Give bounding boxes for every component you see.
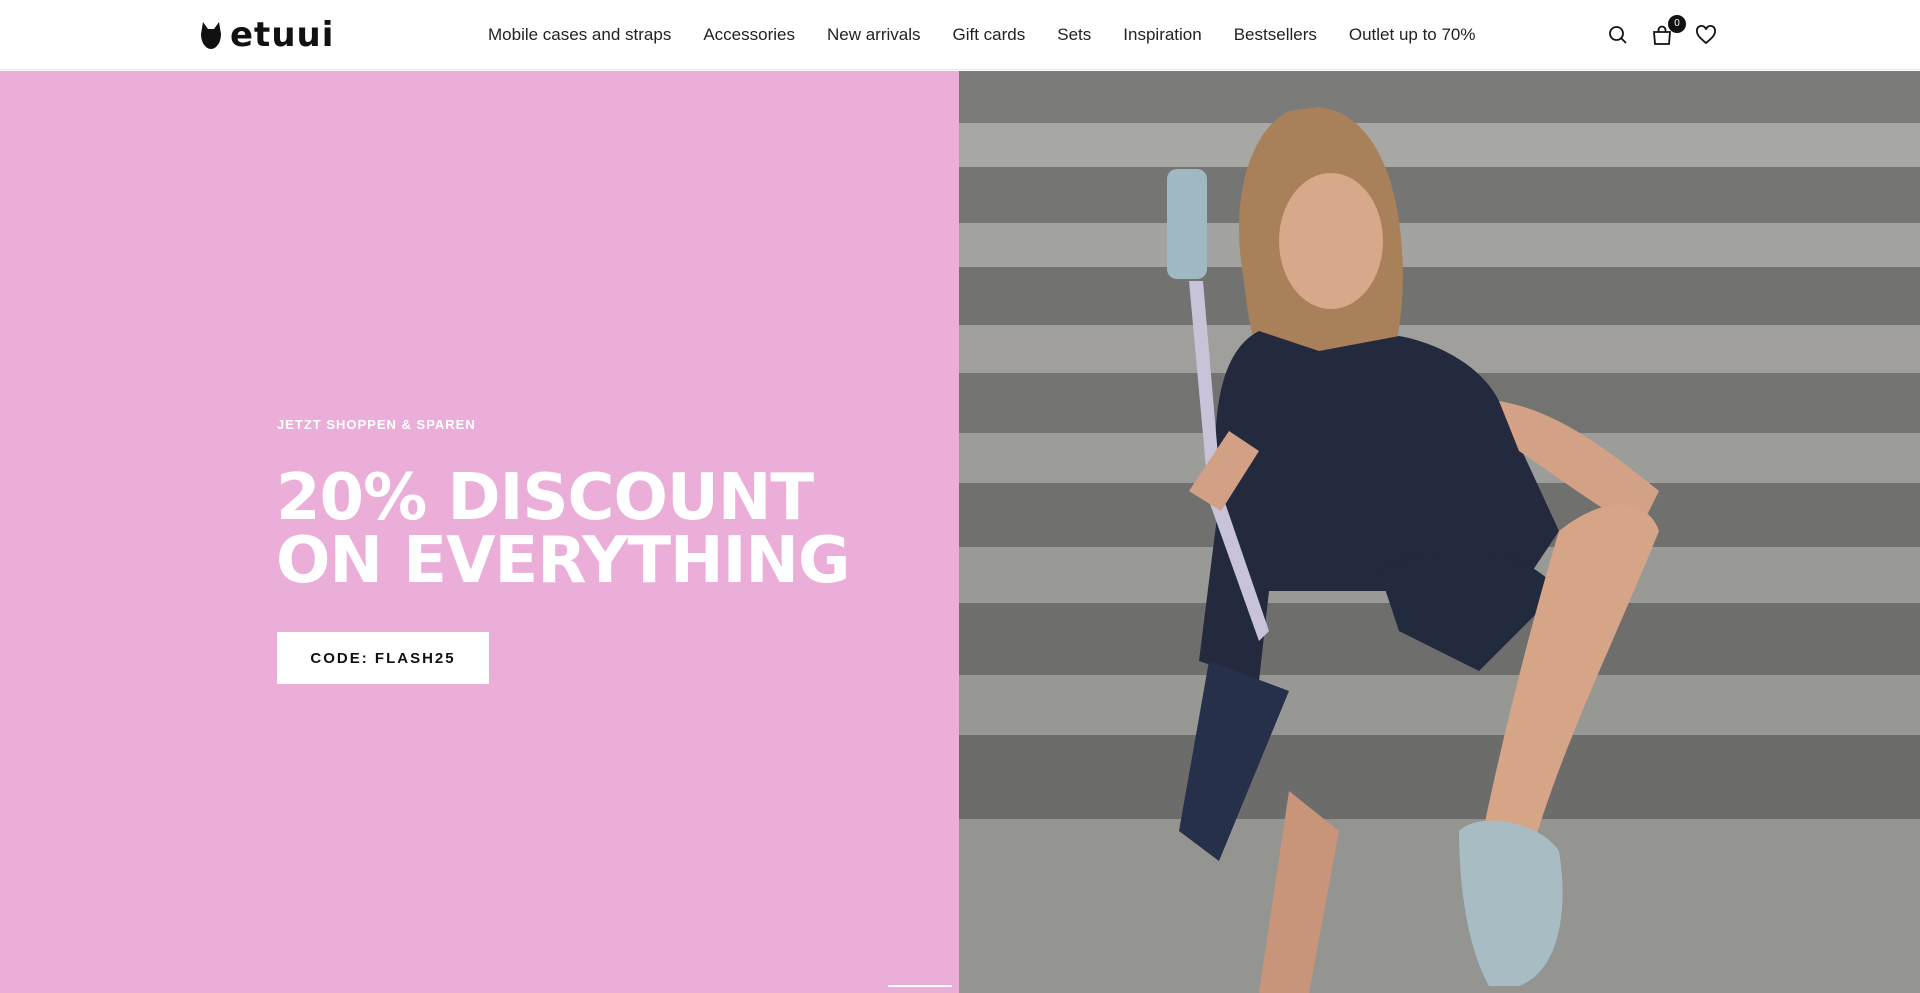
- heart-icon: [1696, 25, 1716, 45]
- nav-item-new-arrivals[interactable]: New arrivals: [827, 25, 921, 45]
- discount-code-button[interactable]: CODE: FLASH25: [277, 632, 489, 684]
- hero-image: [959, 71, 1920, 993]
- nav-item-sets[interactable]: Sets: [1057, 25, 1091, 45]
- nav-item-accessories[interactable]: Accessories: [703, 25, 795, 45]
- logo-text: etuui: [230, 15, 335, 55]
- main-nav: Mobile cases and straps Accessories New …: [488, 0, 1476, 70]
- nav-item-inspiration[interactable]: Inspiration: [1123, 25, 1201, 45]
- hero-promo-panel: JETZT SHOPPEN & SPAREN 20% DISCOUNT ON E…: [0, 71, 1032, 993]
- header-actions: 0: [1606, 15, 1718, 52]
- search-icon: [1609, 26, 1627, 44]
- cart-button[interactable]: 0: [1650, 15, 1686, 47]
- slider-dot-1[interactable]: [888, 985, 952, 987]
- cat-logo-icon: [201, 22, 221, 49]
- cart-count-badge: 0: [1668, 15, 1686, 33]
- nav-item-bestsellers[interactable]: Bestsellers: [1234, 25, 1317, 45]
- nav-item-mobile-cases-and-straps[interactable]: Mobile cases and straps: [488, 25, 671, 45]
- site-header: etuui Mobile cases and straps Accessorie…: [0, 0, 1920, 70]
- wishlist-button[interactable]: [1694, 23, 1718, 47]
- nav-item-gift-cards[interactable]: Gift cards: [953, 25, 1026, 45]
- hero-eyebrow: JETZT SHOPPEN & SPAREN: [277, 417, 476, 432]
- hero-title: 20% DISCOUNT ON EVERYTHING: [276, 461, 850, 598]
- hero-photo-woman-on-steps: [959, 71, 1920, 993]
- nav-item-outlet[interactable]: Outlet up to 70%: [1349, 25, 1476, 45]
- search-button[interactable]: [1606, 23, 1630, 47]
- logo[interactable]: etuui: [200, 18, 334, 52]
